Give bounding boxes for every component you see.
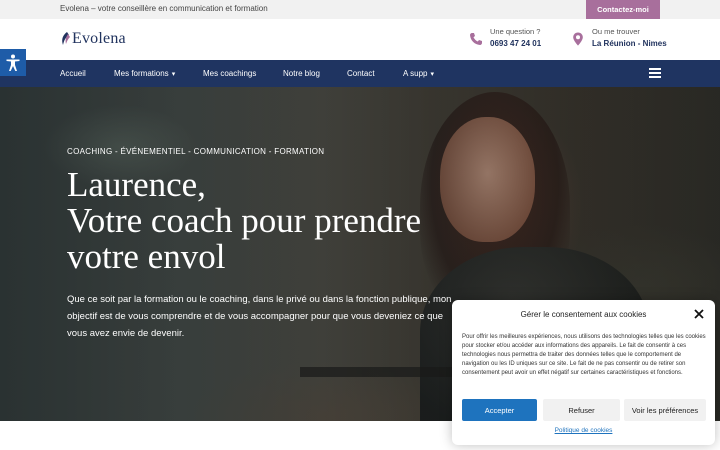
contact-me-button[interactable]: Contactez-moi xyxy=(586,0,660,19)
chevron-down-icon: ▾ xyxy=(430,71,434,78)
cookie-consent-dialog: Gérer le consentement aux cookies Pour o… xyxy=(452,300,715,445)
phone-label: Une question ? xyxy=(490,27,541,36)
phone-number: 0693 47 24 01 xyxy=(490,39,542,48)
nav-label: Contact xyxy=(347,69,375,78)
chevron-down-icon: ▾ xyxy=(171,71,176,78)
site-tagline: Evolena – votre conseillère en communica… xyxy=(60,4,268,13)
close-icon[interactable] xyxy=(694,309,704,319)
view-preferences-button[interactable]: Voir les préférences xyxy=(624,399,706,421)
location-contact: Ou me trouver La Réunion - Nimes xyxy=(571,27,667,50)
nav-label: Accueil xyxy=(60,69,86,78)
main-navigation: Accueil Mes formations ▾ Mes coachings No… xyxy=(0,60,720,87)
hamburger-menu-icon[interactable] xyxy=(649,68,661,78)
hero-title-line1: Laurence, xyxy=(67,165,206,204)
hero-title: Laurence, Votre coach pour prendre votre… xyxy=(67,167,487,275)
nav-label: A supp xyxy=(403,69,428,78)
nav-item-a-supp[interactable]: A supp ▾ xyxy=(403,60,434,87)
cookie-policy-link[interactable]: Politique de cookies xyxy=(452,427,715,434)
nav-item-mes-formations[interactable]: Mes formations ▾ xyxy=(114,60,175,87)
site-header: Evolena Une question ? 0693 47 24 01 Ou … xyxy=(0,19,720,60)
hero-title-line2: Votre coach pour prendre xyxy=(67,201,422,240)
nav-item-notre-blog[interactable]: Notre blog xyxy=(283,60,320,87)
location-label: Ou me trouver xyxy=(592,27,640,36)
site-logo[interactable]: Evolena xyxy=(60,30,126,48)
logo-wing-icon xyxy=(62,32,70,45)
accessibility-toggle[interactable] xyxy=(0,49,26,76)
nav-label: Mes formations xyxy=(114,69,169,78)
hero-title-line3: votre envol xyxy=(67,237,226,276)
nav-label: Notre blog xyxy=(283,69,320,78)
location-pin-icon xyxy=(573,32,583,45)
nav-item-mes-coachings[interactable]: Mes coachings xyxy=(203,60,256,87)
nav-item-contact[interactable]: Contact xyxy=(347,60,375,87)
location-value: La Réunion - Nimes xyxy=(592,39,667,48)
accessibility-icon xyxy=(6,54,20,71)
phone-icon xyxy=(470,32,482,45)
logo-text: Evolena xyxy=(72,30,126,47)
consent-text: Pour offrir les meilleures expériences, … xyxy=(462,334,706,376)
nav-label: Mes coachings xyxy=(203,69,257,78)
refuse-button[interactable]: Refuser xyxy=(543,399,620,421)
hero-lead: Que ce soit par la formation ou le coach… xyxy=(67,294,452,339)
phone-contact[interactable]: Une question ? 0693 47 24 01 xyxy=(469,27,541,50)
consent-title: Gérer le consentement aux cookies xyxy=(520,310,647,319)
accept-button[interactable]: Accepter xyxy=(462,399,537,421)
top-bar: Evolena – votre conseillère en communica… xyxy=(0,0,720,19)
nav-item-accueil[interactable]: Accueil xyxy=(60,60,86,87)
hero-kicker: COACHING - ÉVÉNEMENTIEL - COMMUNICATION … xyxy=(67,147,325,156)
